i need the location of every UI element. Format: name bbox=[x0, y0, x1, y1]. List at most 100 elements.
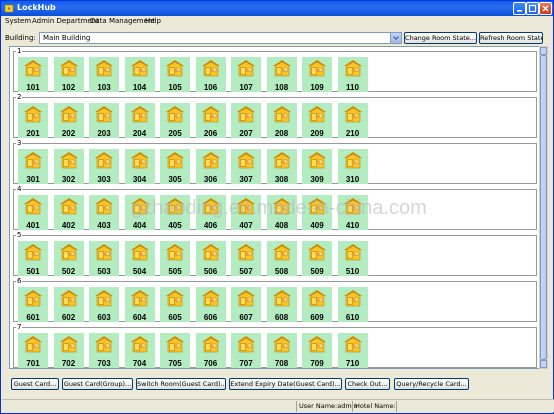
room-tile[interactable]: 303 bbox=[89, 149, 119, 184]
room-tile[interactable]: 606 bbox=[195, 287, 226, 322]
guest-card-group-button[interactable]: Guest Card(Group)... bbox=[62, 378, 133, 390]
room-tile[interactable]: 102 bbox=[53, 57, 84, 92]
room-tile[interactable]: 407 bbox=[231, 195, 261, 230]
scroll-down-button[interactable] bbox=[540, 360, 547, 368]
room-tile[interactable]: 509 bbox=[302, 241, 332, 276]
query-recycle-card-button[interactable]: Query/Recycle Card... bbox=[394, 378, 469, 390]
close-button[interactable] bbox=[539, 2, 552, 15]
room-tile[interactable]: 703 bbox=[89, 333, 119, 368]
vertical-scrollbar[interactable] bbox=[539, 46, 548, 369]
change-room-state-button[interactable]: Change Room State... bbox=[404, 32, 477, 44]
room-tile[interactable]: 409 bbox=[302, 195, 332, 230]
room-tile[interactable]: 706 bbox=[195, 333, 226, 368]
room-tile[interactable]: 107 bbox=[231, 57, 261, 92]
room-tile[interactable]: 505 bbox=[160, 241, 190, 276]
room-tile[interactable]: 602 bbox=[53, 287, 84, 322]
title-bar[interactable]: LockHub bbox=[1, 1, 553, 16]
guest-card-button[interactable]: Guest Card... bbox=[11, 378, 59, 390]
room-tile[interactable]: 206 bbox=[195, 103, 226, 138]
room-tile[interactable]: 402 bbox=[53, 195, 84, 230]
room-tile[interactable]: 201 bbox=[18, 103, 48, 138]
room-tile[interactable]: 601 bbox=[18, 287, 48, 322]
room-tile[interactable]: 205 bbox=[160, 103, 190, 138]
room-tile[interactable]: 208 bbox=[266, 103, 297, 138]
room-tile[interactable]: 204 bbox=[124, 103, 155, 138]
room-door-icon bbox=[237, 198, 255, 215]
room-tile[interactable]: 705 bbox=[160, 333, 190, 368]
room-tile[interactable]: 701 bbox=[18, 333, 48, 368]
room-tile[interactable]: 207 bbox=[231, 103, 261, 138]
room-tile[interactable]: 401 bbox=[18, 195, 48, 230]
room-tile[interactable]: 704 bbox=[124, 333, 155, 368]
room-tile[interactable]: 603 bbox=[89, 287, 119, 322]
room-tile[interactable]: 104 bbox=[124, 57, 155, 92]
floor-panel: 1 101 102 103 104 105 106 107 108 109 11… bbox=[13, 47, 537, 92]
maximize-button[interactable] bbox=[526, 2, 539, 15]
room-tile[interactable]: 403 bbox=[89, 195, 119, 230]
room-tile[interactable]: 405 bbox=[160, 195, 190, 230]
room-tile[interactable]: 506 bbox=[195, 241, 226, 276]
room-tile[interactable]: 101 bbox=[18, 57, 48, 92]
room-tile[interactable]: 503 bbox=[89, 241, 119, 276]
room-door-icon bbox=[59, 198, 78, 215]
room-tile[interactable]: 404 bbox=[124, 195, 155, 230]
room-tile[interactable]: 408 bbox=[266, 195, 297, 230]
room-tile[interactable]: 607 bbox=[231, 287, 261, 322]
room-tile[interactable]: 710 bbox=[337, 333, 368, 368]
menu-admin-department[interactable]: Admin Department bbox=[32, 17, 99, 25]
room-tile[interactable]: 309 bbox=[302, 149, 332, 184]
room-tile[interactable]: 105 bbox=[160, 57, 190, 92]
room-tile[interactable]: 306 bbox=[195, 149, 226, 184]
room-tile[interactable]: 406 bbox=[195, 195, 226, 230]
room-tile[interactable]: 209 bbox=[302, 103, 332, 138]
room-tile[interactable]: 508 bbox=[266, 241, 297, 276]
room-tile[interactable]: 410 bbox=[337, 195, 368, 230]
room-tile[interactable]: 605 bbox=[160, 287, 190, 322]
maximize-icon bbox=[528, 4, 537, 13]
room-tile[interactable]: 604 bbox=[124, 287, 155, 322]
room-tile[interactable]: 501 bbox=[18, 241, 48, 276]
room-tile[interactable]: 502 bbox=[53, 241, 84, 276]
room-number: 601 bbox=[26, 313, 40, 322]
room-tile[interactable]: 103 bbox=[89, 57, 119, 92]
extend-expiry-date-button[interactable]: Extend Expiry Date(Guest Card)... bbox=[229, 378, 342, 390]
room-tile[interactable]: 302 bbox=[53, 149, 84, 184]
room-tile[interactable]: 106 bbox=[195, 57, 226, 92]
room-tile[interactable]: 307 bbox=[231, 149, 261, 184]
room-tile[interactable]: 709 bbox=[302, 333, 332, 368]
room-tile[interactable]: 202 bbox=[53, 103, 84, 138]
room-tile[interactable]: 707 bbox=[231, 333, 261, 368]
dropdown-arrow-button[interactable] bbox=[390, 33, 401, 43]
room-tile[interactable]: 608 bbox=[266, 287, 297, 322]
scroll-thumb[interactable] bbox=[540, 55, 547, 360]
check-out-button[interactable]: Check Out... bbox=[345, 378, 390, 390]
room-tile[interactable]: 109 bbox=[302, 57, 332, 92]
room-tile[interactable]: 510 bbox=[337, 241, 368, 276]
room-tile[interactable]: 610 bbox=[337, 287, 368, 322]
room-number: 704 bbox=[132, 359, 147, 368]
close-icon bbox=[542, 5, 549, 12]
room-tile[interactable]: 304 bbox=[124, 149, 155, 184]
room-tile[interactable]: 301 bbox=[18, 149, 48, 184]
room-tile[interactable]: 609 bbox=[302, 287, 332, 322]
scroll-up-button[interactable] bbox=[540, 47, 547, 55]
room-tile[interactable]: 110 bbox=[337, 57, 368, 92]
refresh-room-state-button[interactable]: Refresh Room State bbox=[479, 32, 543, 44]
room-door-icon bbox=[95, 152, 113, 169]
menu-system[interactable]: System bbox=[5, 17, 31, 25]
room-tile[interactable]: 210 bbox=[337, 103, 368, 138]
minimize-button[interactable] bbox=[513, 2, 526, 15]
menu-help[interactable]: Help bbox=[145, 17, 161, 25]
room-tile[interactable]: 308 bbox=[266, 149, 297, 184]
room-door-icon bbox=[95, 290, 113, 307]
room-tile[interactable]: 507 bbox=[231, 241, 261, 276]
switch-room-button[interactable]: Switch Room(Guest Card)... bbox=[136, 378, 226, 390]
building-select[interactable]: Main Building bbox=[39, 32, 402, 44]
room-tile[interactable]: 203 bbox=[89, 103, 119, 138]
room-tile[interactable]: 108 bbox=[266, 57, 297, 92]
room-tile[interactable]: 504 bbox=[124, 241, 155, 276]
room-tile[interactable]: 708 bbox=[266, 333, 297, 368]
room-tile[interactable]: 310 bbox=[337, 149, 368, 184]
room-tile[interactable]: 702 bbox=[53, 333, 84, 368]
room-tile[interactable]: 305 bbox=[160, 149, 190, 184]
